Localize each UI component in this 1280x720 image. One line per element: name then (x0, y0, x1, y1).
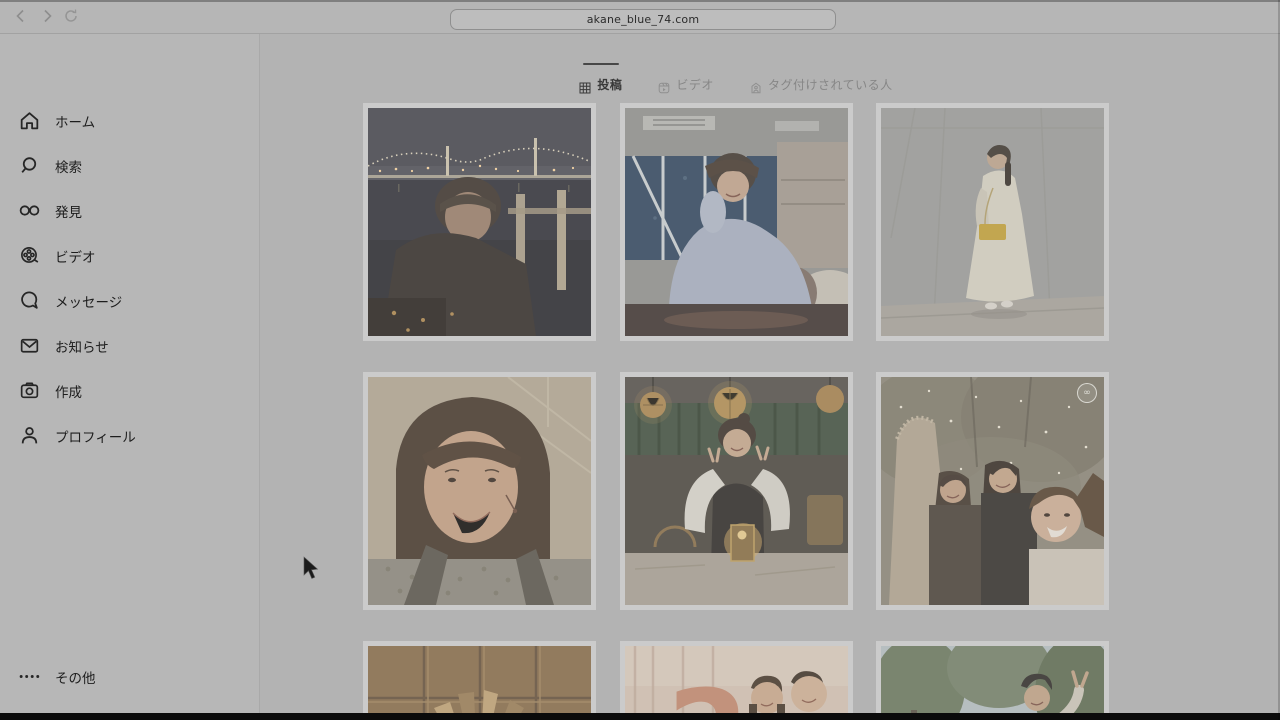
tagged-icon (750, 79, 762, 91)
tab-tagged[interactable]: タグ付けされている人 (750, 63, 893, 93)
mouse-cursor (302, 555, 319, 581)
sidebar-item-notifications[interactable]: お知らせ (0, 323, 259, 368)
sidebar-item-label: ホーム (55, 111, 95, 131)
post-thumbnail-6[interactable]: ∞ (876, 372, 1109, 610)
sidebar: ホーム 検索 発見 ビデオ (0, 34, 260, 713)
profile-tab-bar: 投稿 ビデオ タグ付けされている人 (363, 63, 1109, 93)
boomerang-icon: ∞ (1077, 383, 1097, 403)
post-thumbnail-4[interactable] (363, 372, 596, 610)
sidebar-nav-list: ホーム 検索 発見 ビデオ (0, 98, 259, 458)
sidebar-item-messages[interactable]: メッセージ (0, 278, 259, 323)
app-window: akane_blue_74.com ホーム 検索 発見 (0, 0, 1280, 720)
sidebar-item-label: 発見 (55, 201, 82, 221)
sidebar-item-video[interactable]: ビデオ (0, 233, 259, 278)
profile-icon (18, 424, 41, 447)
browser-toolbar: akane_blue_74.com (0, 0, 1280, 34)
sidebar-item-label: 作成 (55, 381, 82, 401)
sidebar-item-label: プロフィール (55, 426, 136, 446)
tab-label: ビデオ (676, 76, 714, 93)
tab-posts[interactable]: 投稿 (579, 63, 622, 93)
sidebar-item-search[interactable]: 検索 (0, 143, 259, 188)
back-icon[interactable] (12, 7, 30, 25)
sidebar-item-profile[interactable]: プロフィール (0, 413, 259, 458)
post-thumbnail-3[interactable] (876, 103, 1109, 341)
address-bar[interactable]: akane_blue_74.com (450, 9, 836, 30)
search-icon (18, 154, 41, 177)
sidebar-item-explore[interactable]: 発見 (0, 188, 259, 233)
screen-bottom-letterbox (0, 713, 1280, 720)
svg-text:2: 2 (667, 664, 749, 720)
grid-icon (579, 79, 591, 91)
notifications-icon (18, 334, 41, 357)
tab-label: タグ付けされている人 (768, 76, 893, 93)
post-grid: ∞ (363, 103, 1109, 720)
tab-videos[interactable]: ビデオ (658, 63, 714, 93)
explore-icon (18, 199, 41, 222)
post-thumbnail-7[interactable] (363, 641, 596, 720)
reels-icon (658, 79, 670, 91)
sidebar-item-label: お知らせ (55, 336, 109, 356)
sidebar-item-label: 検索 (55, 156, 82, 176)
sidebar-more-section: その他 (0, 654, 259, 699)
video-reel-icon (18, 244, 41, 267)
post-thumbnail-1[interactable] (363, 103, 596, 341)
sidebar-item-label: その他 (55, 667, 96, 687)
screen-top-edge (0, 0, 1280, 2)
active-tab-indicator (583, 63, 619, 65)
tab-label: 投稿 (597, 76, 622, 93)
sidebar-item-home[interactable]: ホーム (0, 98, 259, 143)
sidebar-item-more[interactable]: その他 (0, 654, 259, 699)
sidebar-item-label: ビデオ (55, 246, 96, 266)
post-thumbnail-9[interactable] (876, 641, 1109, 720)
forward-icon[interactable] (38, 7, 56, 25)
post-thumbnail-5[interactable] (620, 372, 853, 610)
refresh-icon[interactable] (62, 7, 80, 25)
sidebar-item-label: メッセージ (55, 291, 122, 311)
post-thumbnail-8[interactable]: 2 (620, 641, 853, 720)
messages-icon (18, 289, 41, 312)
more-dots-icon (18, 665, 41, 688)
post-thumbnail-2[interactable] (620, 103, 853, 341)
home-icon (18, 109, 41, 132)
create-camera-icon (18, 379, 41, 402)
sidebar-item-create[interactable]: 作成 (0, 368, 259, 413)
